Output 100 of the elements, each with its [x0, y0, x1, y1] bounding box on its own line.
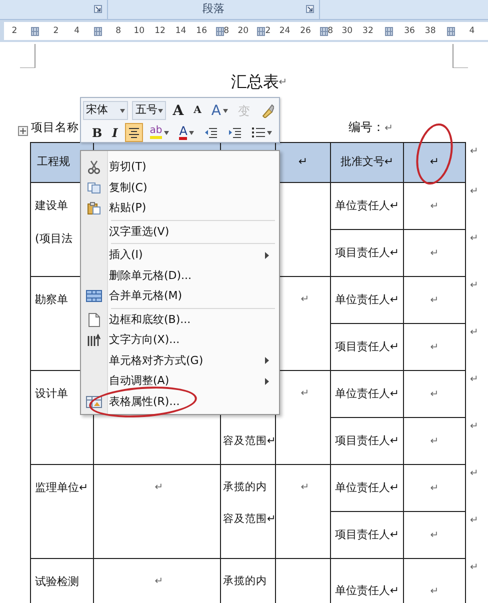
center-align-icon — [128, 127, 140, 138]
ruler-number: 26 — [300, 24, 311, 38]
column-marker-icon[interactable] — [384, 26, 393, 36]
table-cell: ↵ — [276, 142, 330, 182]
table-cell: 项目责任人↵ — [330, 418, 404, 464]
cell-text: 监理单位↵ — [35, 480, 88, 496]
ruler-number: 38 — [424, 24, 436, 38]
table-cell: 项目责任人↵ — [330, 230, 404, 276]
column-marker-icon[interactable] — [447, 26, 456, 36]
column-marker-icon[interactable] — [31, 26, 40, 36]
menu-item[interactable]: 粘贴(P) — [81, 198, 279, 218]
table-cell: 项目责任人↵ — [330, 512, 404, 558]
ruler-number: 20 — [238, 24, 249, 38]
paragraph-mark: ↵ — [470, 514, 478, 526]
column-marker-icon[interactable] — [320, 26, 328, 36]
menu-item[interactable]: 单元格对齐方式(G) — [81, 350, 279, 371]
menu-item[interactable]: 汉字重选(V) — [81, 222, 279, 242]
paragraph-mark: ↵ — [470, 374, 478, 384]
menu-item[interactable]: 边框和底纹(B)... — [81, 310, 279, 330]
column-marker-icon[interactable] — [216, 26, 224, 36]
grow-font-button[interactable]: A — [170, 101, 187, 120]
paragraph-mark: ↵ — [300, 482, 310, 493]
ruler-number: 14 — [175, 24, 186, 38]
paragraph-mark: ↵ — [154, 576, 164, 587]
menu-item[interactable]: 自动调整(A) — [81, 371, 279, 392]
ruler-number: 2 — [265, 24, 271, 38]
font-color-button[interactable]: A — [176, 123, 198, 142]
paragraph-mark: ↵ — [384, 122, 393, 136]
group-label: 段落 — [202, 1, 224, 18]
paragraph-mark: ↵ — [470, 420, 478, 432]
menu-item[interactable]: 表格属性(R)... — [81, 392, 279, 412]
paragraph-mark: ↵ — [300, 388, 310, 399]
styles-button[interactable]: A — [208, 101, 231, 120]
font-name-field[interactable]: 宋体 — [83, 101, 128, 120]
indent-icon — [228, 127, 242, 138]
table-cell: 单位责任人↵ — [330, 370, 404, 418]
shrink-font-button[interactable]: A — [190, 101, 204, 120]
ruler-number: 8 — [224, 24, 230, 38]
table-move-handle-icon[interactable] — [18, 126, 28, 136]
cell-text: 容及范围↵ — [223, 434, 276, 449]
column-marker-icon[interactable] — [94, 26, 102, 36]
cell-text: 设计单 — [35, 386, 68, 402]
ruler-number: 8 — [116, 24, 122, 38]
caret-icon — [158, 108, 163, 112]
paragraph-mark: ↵ — [430, 294, 439, 306]
bold-button[interactable]: B — [89, 123, 106, 142]
paragraph-mark: ↵ — [278, 76, 288, 90]
paragraph-mark: ↵ — [430, 248, 439, 259]
paragraph-mark: ↵ — [470, 186, 478, 196]
paintbrush-icon — [260, 104, 274, 118]
scissors-icon — [88, 160, 100, 174]
ruler-number: 16 — [196, 24, 207, 38]
paragraph-mark: ↵ — [470, 326, 478, 338]
page-corner-mark — [20, 42, 36, 68]
table-cell: 单位责任人↵ — [330, 276, 404, 324]
font-size-field[interactable]: 五号 — [132, 101, 166, 120]
ruler-number: 24 — [279, 24, 290, 38]
paragraph-mark: ↵ — [300, 294, 310, 305]
italic-button[interactable]: I — [109, 123, 121, 142]
cell-text: 试验检测 — [35, 574, 79, 590]
ruler-number: 30 — [342, 24, 353, 38]
copy-icon — [87, 182, 101, 194]
highlight-button[interactable]: ab — [146, 123, 172, 142]
menu-item[interactable]: 文字方向(X)... — [81, 330, 279, 350]
paragraph-mark: ↵ — [430, 482, 439, 494]
paste-icon — [87, 202, 101, 215]
document-title: 汇总表 — [230, 71, 279, 93]
text-direction-icon — [87, 333, 101, 348]
caret-icon — [120, 108, 126, 112]
cell-text: 勘察单 — [35, 292, 68, 308]
ruler-number: 4 — [469, 24, 475, 38]
bullet-list-icon — [252, 127, 266, 138]
menu-item[interactable]: 插入(I) — [81, 245, 279, 266]
field-label: 项目名称 — [31, 118, 79, 136]
paragraph-mark: ↵ — [430, 586, 439, 596]
paragraph-mark: ↵ — [470, 146, 478, 156]
paragraph-mark: ↵ — [430, 200, 439, 212]
ruler-number: 10 — [134, 24, 145, 38]
ruler-number: 4 — [74, 24, 80, 38]
center-align-button[interactable] — [124, 123, 143, 142]
paragraph-mark: ↵ — [430, 530, 439, 541]
dialog-launcher-icon[interactable] — [306, 5, 314, 13]
menu-item[interactable]: 删除单元格(D)... — [81, 266, 279, 286]
page-corner-mark — [452, 42, 468, 68]
table-cell: 项目责任人↵ — [330, 324, 404, 370]
ruler-number: 36 — [404, 24, 415, 38]
cell-text: (项目法 — [35, 230, 72, 246]
field-label: 编号： — [348, 119, 385, 136]
ruler-number: 2 — [53, 24, 59, 38]
cell-text: 承揽的内 — [223, 480, 267, 495]
paragraph-mark: ↵ — [470, 232, 478, 244]
cell-text: 承揽的内 — [223, 574, 267, 589]
dialog-launcher-icon[interactable] — [94, 5, 102, 13]
paragraph-mark: ↵ — [470, 562, 478, 572]
column-marker-icon[interactable] — [257, 26, 266, 36]
menu-item[interactable]: 合并单元格(M) — [81, 286, 279, 306]
paragraph-mark: ↵ — [470, 468, 478, 478]
cell-text: 建设单 — [35, 198, 68, 214]
paragraph-mark: ↵ — [470, 280, 478, 290]
page-icon — [88, 312, 100, 327]
